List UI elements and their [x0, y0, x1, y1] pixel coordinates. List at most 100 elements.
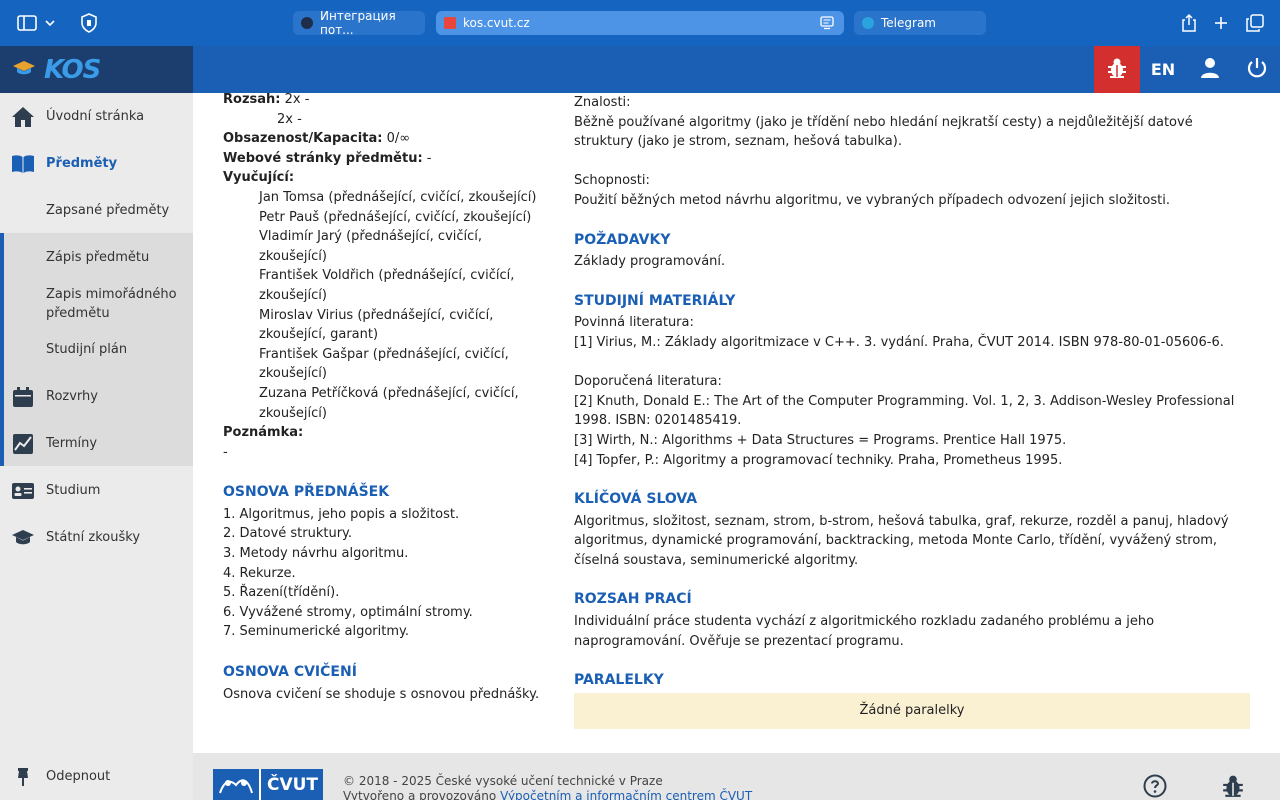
- sidebar-item-label: Zápis předmětu: [46, 250, 150, 265]
- calendar-icon: [11, 385, 35, 409]
- logout-button[interactable]: [1234, 46, 1280, 93]
- requirements-title: POŽADAVKY: [574, 231, 671, 248]
- graduation-cap-icon: [12, 59, 36, 81]
- operator-prefix: Vytvořeno a provozováno: [343, 789, 497, 800]
- tab-overview-icon[interactable]: [1244, 12, 1266, 34]
- keywords-text: Algoritmus, složitost, seznam, strom, b-…: [574, 513, 1229, 568]
- website-row: Webové stránky předmětu: -: [223, 149, 553, 169]
- unpin-button[interactable]: Odepnout: [0, 753, 193, 800]
- sidebar-toggle-icon[interactable]: [16, 12, 38, 34]
- literature-item: [1] Virius, M.: Základy algoritmizace v …: [574, 334, 1224, 350]
- graduation-cap-icon: [11, 526, 35, 550]
- sidebar-item-study-plan[interactable]: Studijní plán: [0, 326, 193, 373]
- website-label: Webové stránky předmětu:: [223, 150, 423, 166]
- literature-item: [3] Wirth, N.: Algorithms + Data Structu…: [574, 432, 1067, 448]
- globe-icon: [301, 17, 313, 29]
- power-icon: [1246, 57, 1268, 83]
- teacher-name[interactable]: Petr Pauš: [259, 210, 319, 225]
- new-tab-icon[interactable]: [1210, 12, 1232, 34]
- logo-text: KOS: [44, 54, 101, 85]
- sidebar-item-extraordinary-enrollment[interactable]: Zapis mimořádného předmětu: [0, 281, 193, 326]
- tab-kos[interactable]: kos.cvut.cz: [436, 11, 844, 35]
- sidebar-item-subject-enrollment[interactable]: Zápis předmětu: [0, 234, 193, 281]
- home-icon: [11, 105, 35, 129]
- literature-item: [4] Topfer, P.: Algoritmy a programovací…: [574, 452, 1063, 468]
- unpin-label: Odepnout: [46, 769, 111, 784]
- sidebar-item-label: Termíny: [46, 436, 98, 451]
- tab-integration[interactable]: Интеграция пот...: [293, 9, 425, 37]
- note-label: Poznámka:: [223, 425, 304, 441]
- tab-label: kos.cvut.cz: [463, 16, 530, 30]
- keywords-title: KLÍČOVÁ SLOVA: [574, 491, 698, 508]
- teacher-item: Zuzana Petříčková (přednášející, cvičící…: [223, 384, 553, 423]
- lecture-item: 1. Algoritmus, jeho popis a složitost.: [223, 506, 460, 522]
- operator-line: Vytvořeno a provozováno Výpočetním a inf…: [343, 789, 752, 800]
- help-button[interactable]: [1142, 773, 1168, 799]
- kos-favicon-icon: [444, 17, 456, 29]
- tab-label: Интеграция пот...: [320, 9, 396, 37]
- chart-icon: [11, 432, 35, 456]
- subject-description: Znalosti: Běžně používané algoritmy (jak…: [574, 93, 1250, 729]
- mandatory-literature-label: Povinná literatura:: [574, 315, 694, 331]
- bug-report-footer-button[interactable]: [1220, 773, 1246, 799]
- website-value: -: [426, 150, 432, 166]
- sidebar-item-home[interactable]: Úvodní stránka: [0, 93, 193, 140]
- literature-item: [2] Knuth, Donald E.: The Art of the Com…: [574, 393, 1235, 429]
- sidebar-item-label: Předměty: [46, 156, 118, 171]
- teacher-item: Jan Tomsa (přednášející, cvičící, zkouše…: [223, 188, 553, 208]
- exercise-outline-text: Osnova cvičení se shoduje s osnovou před…: [223, 686, 540, 702]
- workload-title: ROZSAH PRACÍ: [574, 591, 692, 608]
- book-icon: [11, 152, 35, 176]
- sidebar-item-state-exams[interactable]: Státní zkoušky: [0, 514, 193, 561]
- tab-telegram[interactable]: Telegram: [854, 11, 986, 35]
- report-bug-button[interactable]: [1094, 46, 1140, 93]
- lecture-item: 5. Řazení(třídění).: [223, 585, 340, 601]
- cvut-logo[interactable]: ČVUT: [213, 769, 323, 800]
- user-profile-button[interactable]: [1187, 46, 1233, 93]
- reader-icon[interactable]: [820, 16, 834, 33]
- capacity-label: Obsazenost/Kapacita:: [223, 131, 383, 147]
- teacher-name[interactable]: Miroslav Virius: [259, 308, 353, 323]
- sidebar-item-enrolled-subjects[interactable]: Zapsané předměty: [0, 187, 193, 234]
- teacher-item: Miroslav Virius (přednášející, cvičící, …: [223, 306, 553, 345]
- requirements-text: Základy programování.: [574, 254, 726, 270]
- chevron-down-icon[interactable]: [42, 12, 58, 34]
- teacher-name[interactable]: František Gašpar: [259, 347, 369, 362]
- sidebar-item-subjects[interactable]: Předměty: [0, 140, 193, 187]
- teacher-name[interactable]: František Voldřich: [259, 268, 374, 283]
- lecture-item: 2. Datové struktury.: [223, 526, 353, 542]
- app-header: KOS EN: [0, 46, 1280, 93]
- language-button[interactable]: EN: [1140, 46, 1186, 93]
- sidebar-item-study[interactable]: Studium: [0, 467, 193, 514]
- teacher-roles: (přednášející, cvičící, zkoušející): [323, 209, 532, 225]
- teacher-name[interactable]: Vladimír Jarý: [259, 229, 342, 244]
- bug-icon: [1106, 57, 1128, 83]
- operator-link[interactable]: Výpočetním a informačním centrem ČVUT: [500, 789, 752, 800]
- knowledge-label: Znalosti:: [574, 95, 631, 110]
- parallels-title: PARALELKY: [574, 672, 664, 689]
- sidebar-item-exam-dates[interactable]: Termíny: [0, 420, 193, 467]
- teachers-label: Vyučující:: [223, 170, 295, 186]
- shield-icon[interactable]: [78, 12, 100, 34]
- subject-details: Rozsah: 2x - 2x - Obsazenost/Kapacita: 0…: [223, 93, 553, 704]
- capacity-value: 0/∞: [386, 131, 411, 147]
- knowledge-text: Běžně používané algoritmy (jako je třídě…: [574, 114, 1193, 150]
- telegram-icon: [862, 17, 874, 29]
- footer: ČVUT © 2018 - 2025 České vysoké učení te…: [193, 753, 1280, 800]
- scope-label: Rozsah:: [223, 93, 281, 107]
- teacher-name[interactable]: Zuzana Petříčková: [259, 386, 379, 401]
- footer-text: © 2018 - 2025 České vysoké učení technic…: [343, 774, 752, 800]
- sidebar-item-schedules[interactable]: Rozvrhy: [0, 373, 193, 420]
- teacher-item: Vladimír Jarý (přednášející, cvičící, zk…: [223, 227, 553, 266]
- main-content: Rozsah: 2x - 2x - Obsazenost/Kapacita: 0…: [193, 93, 1280, 753]
- teacher-name[interactable]: Jan Tomsa: [259, 190, 324, 205]
- teacher-item: František Gašpar (přednášející, cvičící,…: [223, 345, 553, 384]
- parallels-empty-notice: Žádné paralelky: [574, 692, 1250, 729]
- user-icon: [1200, 57, 1220, 83]
- browser-toolbar: Интеграция пот... kos.cvut.cz Telegram: [0, 0, 1280, 46]
- lecture-item: 6. Vyvážené stromy, optimální stromy.: [223, 604, 473, 620]
- kos-logo[interactable]: KOS: [0, 46, 193, 93]
- note-value: -: [223, 444, 228, 460]
- teacher-roles: (přednášející, cvičící, zkoušející): [328, 189, 537, 205]
- share-icon[interactable]: [1178, 12, 1200, 34]
